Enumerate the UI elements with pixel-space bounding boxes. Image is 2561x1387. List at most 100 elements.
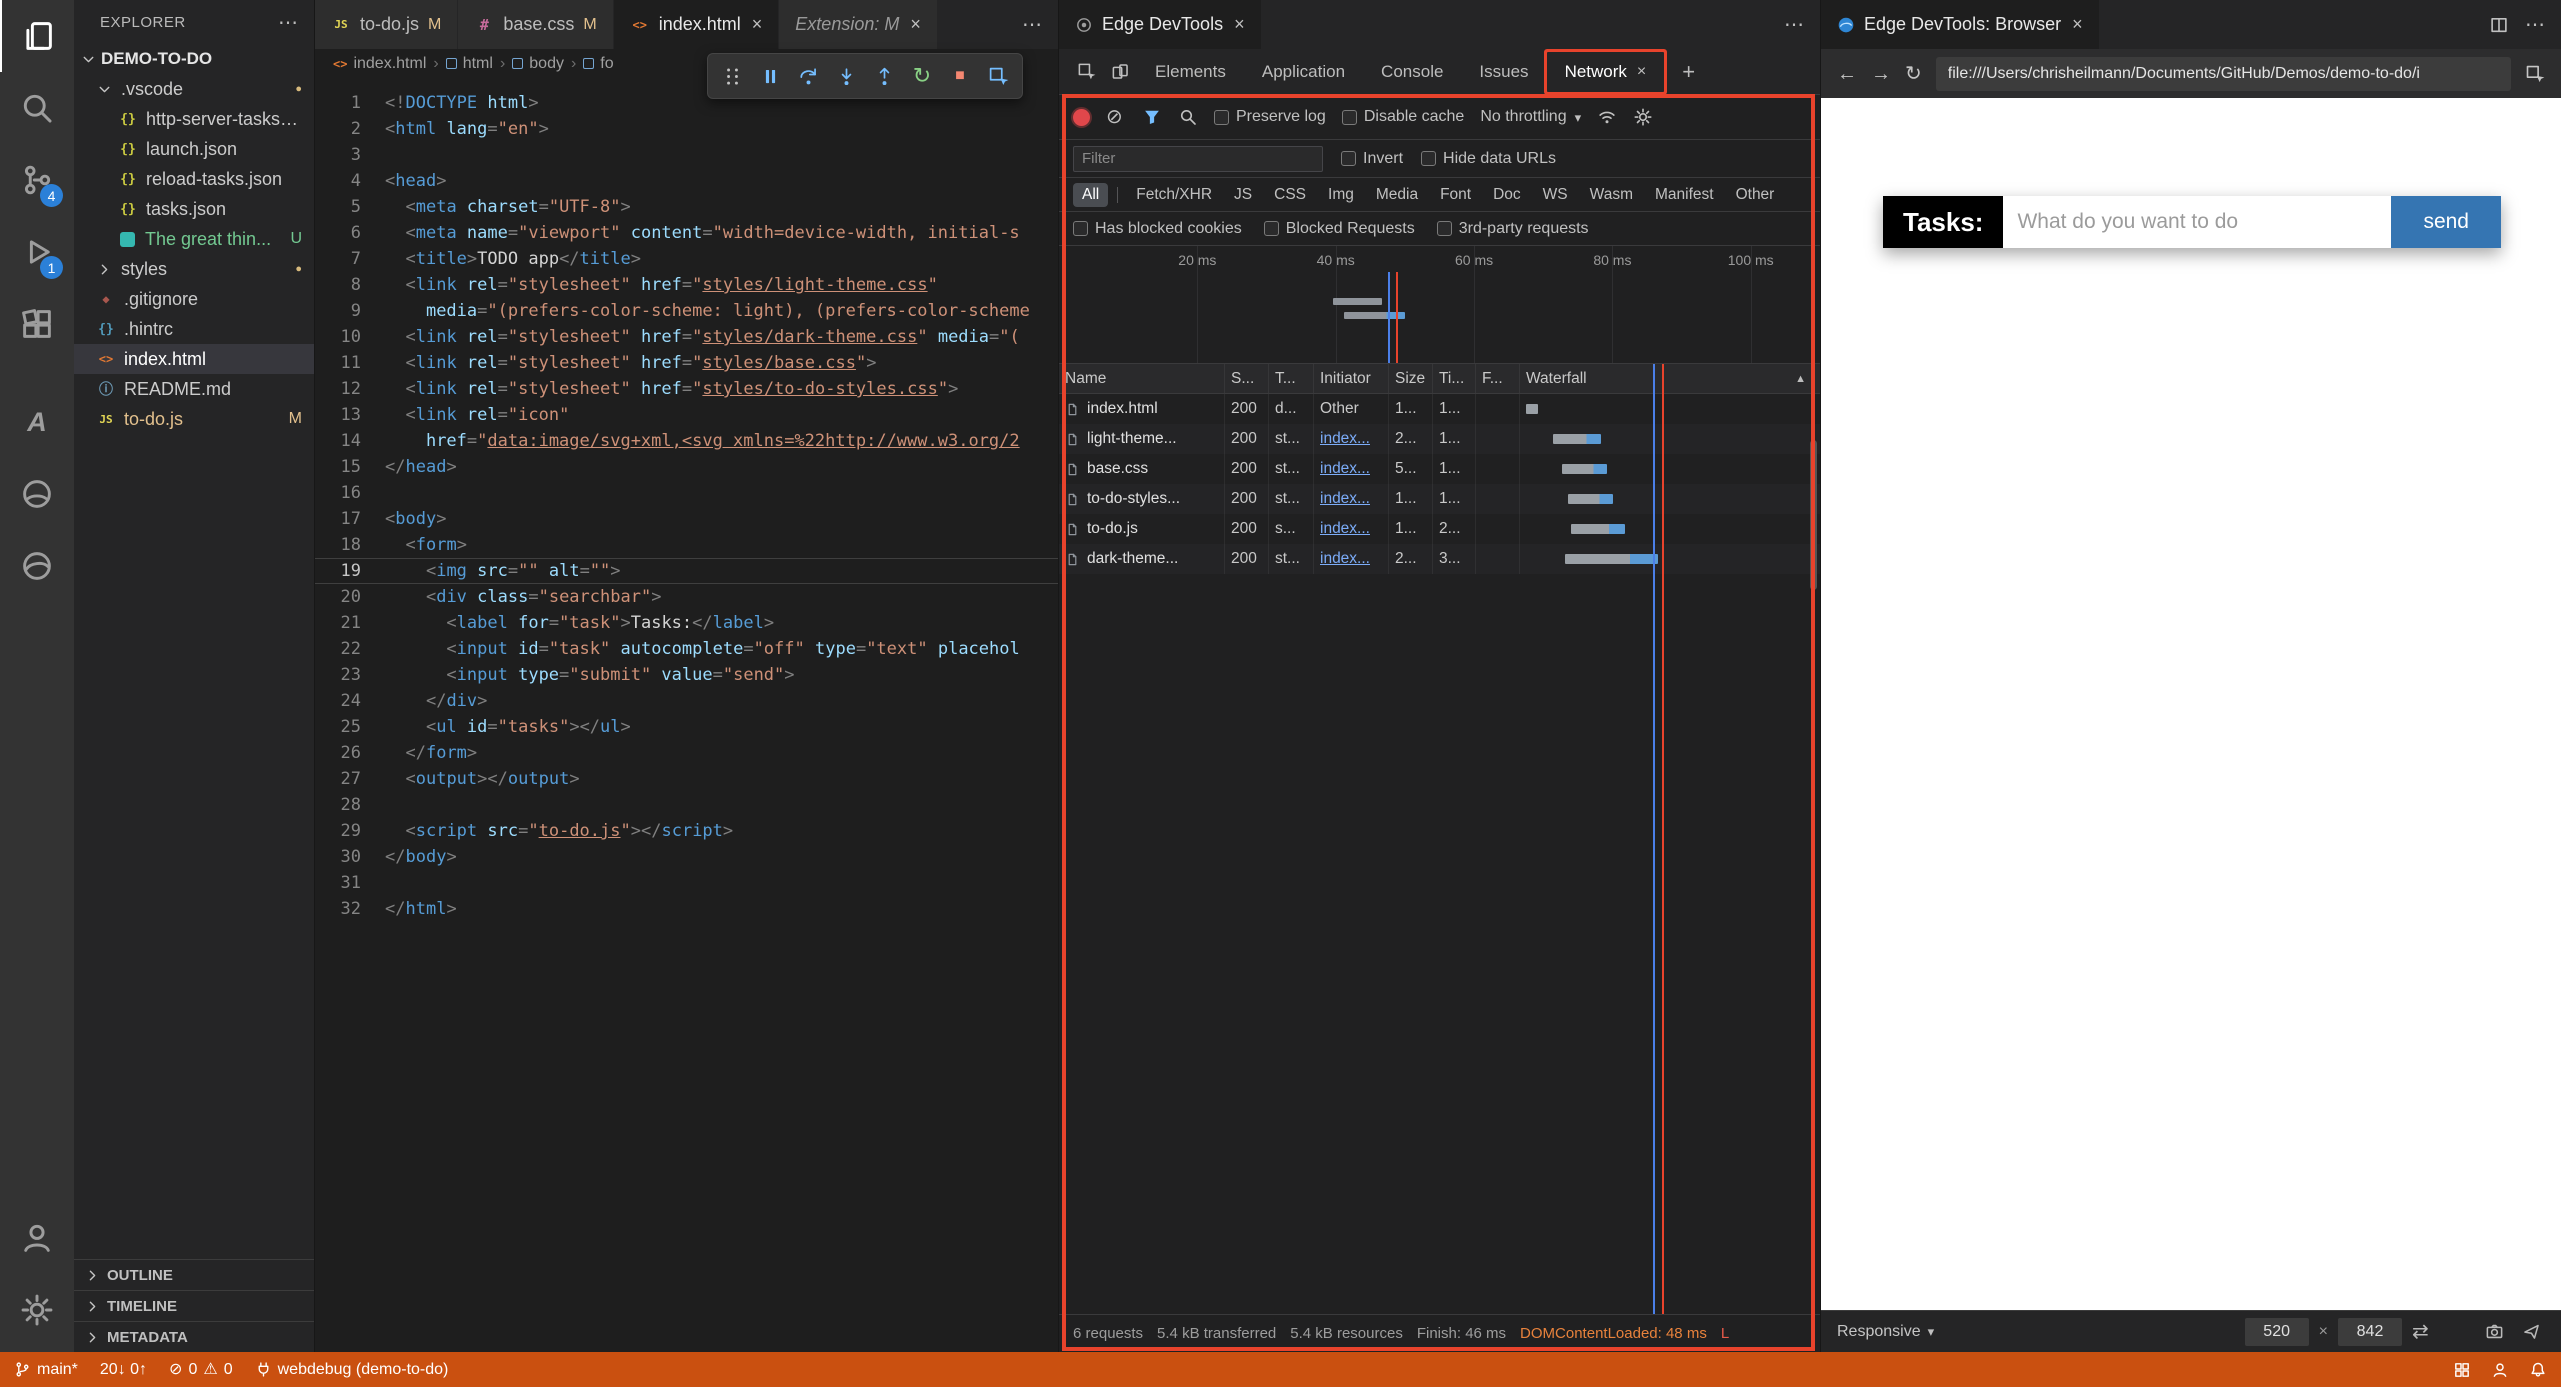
code-line[interactable]: 6 <meta name="viewport" content="width=d… — [315, 220, 1058, 246]
tab-edge-browser[interactable]: Edge DevTools: Browser × — [1821, 0, 2100, 49]
file-item-hintrc[interactable]: {} .hintrc — [74, 314, 314, 344]
code-line[interactable]: 23 <input type="submit" value="send"> — [315, 662, 1058, 688]
code-line[interactable]: 20 <div class="searchbar"> — [315, 584, 1058, 610]
source-control-icon[interactable]: 4 — [0, 144, 74, 216]
code-line[interactable]: 21 <label for="task">Tasks:</label> — [315, 610, 1058, 636]
clear-icon[interactable]: ⊘ — [1106, 107, 1126, 127]
close-icon[interactable]: × — [1637, 63, 1646, 81]
record-icon[interactable] — [1073, 108, 1090, 126]
file-item-gitignore[interactable]: ◆ .gitignore — [74, 284, 314, 314]
type-filter-fetch-xhr[interactable]: Fetch/XHR — [1127, 183, 1221, 207]
code-line[interactable]: 24 </div> — [315, 688, 1058, 714]
back-icon[interactable]: ← — [1837, 64, 1857, 84]
more-actions-icon[interactable]: ⋯ — [278, 10, 298, 35]
code-line[interactable]: 17 <body> — [315, 506, 1058, 532]
file-item-launch-json[interactable]: {} launch.json — [74, 134, 314, 164]
type-filter-all[interactable]: All — [1073, 182, 1109, 207]
grip-icon[interactable] — [714, 57, 750, 95]
code-line[interactable]: 27 <output></output> — [315, 766, 1058, 792]
column-header-initiator[interactable]: Initiator — [1314, 364, 1389, 393]
code-line[interactable]: 18 <form> — [315, 532, 1058, 558]
tab-extension-m[interactable]: Extension: M × — [779, 0, 938, 49]
bell-icon[interactable] — [2529, 1361, 2547, 1379]
type-filter-wasm[interactable]: Wasm — [1581, 183, 1642, 207]
initiator-cell[interactable]: index... — [1314, 424, 1389, 454]
tab-to-do-js[interactable]: JS to-do.js M — [315, 0, 459, 49]
code-line[interactable]: 5 <meta charset="UTF-8"> — [315, 194, 1058, 220]
column-header-waterfall[interactable]: Waterfall ▲ — [1520, 364, 1820, 393]
network-request-row-light-theme[interactable]: light-theme... 200 st... index... 2... 1... — [1059, 424, 1820, 454]
code-line[interactable]: 4 <head> — [315, 168, 1058, 194]
breadcrumb-item-fo[interactable]: fo — [583, 55, 614, 73]
close-icon[interactable]: × — [752, 14, 763, 35]
filter-icon[interactable] — [1142, 107, 1162, 127]
type-filter-media[interactable]: Media — [1367, 183, 1427, 207]
tool-tab-console[interactable]: Console — [1363, 52, 1461, 92]
tool-tab-network[interactable]: Network × — [1547, 52, 1665, 92]
search-icon[interactable] — [0, 72, 74, 144]
breadcrumb-item-html[interactable]: html — [445, 55, 493, 73]
network-request-row-to-do-js[interactable]: to-do.js 200 s... index... 1... 2... — [1059, 514, 1820, 544]
network-request-row-dark-theme[interactable]: dark-theme... 200 st... index... 2... 3... — [1059, 544, 1820, 574]
network-timeline-overview[interactable]: 20 ms 40 ms 60 ms 80 ms 100 ms — [1059, 246, 1820, 364]
file-item-readme-md[interactable]: ⓘ README.md — [74, 374, 314, 404]
explorer-root-folder[interactable]: DEMO-TO-DO — [74, 44, 314, 74]
files-icon[interactable] — [0, 0, 74, 72]
code-line[interactable]: 7 <title>TODO app</title> — [315, 246, 1058, 272]
code-line[interactable]: 15 </head> — [315, 454, 1058, 480]
code-line[interactable]: 25 <ul id="tasks"></ul> — [315, 714, 1058, 740]
initiator-cell[interactable]: index... — [1314, 544, 1389, 574]
editor-actions-icon[interactable]: ⋯ — [1022, 12, 1042, 37]
section-metadata[interactable]: METADATA — [74, 1321, 314, 1352]
code-line[interactable]: 22 <input id="task" autocomplete="off" t… — [315, 636, 1058, 662]
tool-tab-application[interactable]: Application — [1244, 52, 1363, 92]
inspect-icon[interactable] — [2525, 64, 2545, 84]
step-out-icon[interactable] — [866, 57, 902, 95]
code-line[interactable]: 11 <link rel="stylesheet" href="styles/b… — [315, 350, 1058, 376]
checkbox-3rd-party-requests[interactable]: 3rd-party requests — [1436, 220, 1589, 238]
checkbox-invert[interactable]: Invert — [1341, 150, 1403, 168]
throttling-select[interactable]: No throttling ▾ — [1480, 108, 1581, 126]
rotate-icon[interactable]: ⇄ — [2412, 1322, 2431, 1342]
column-header-size[interactable]: Size — [1389, 364, 1433, 393]
file-item-tasks-json[interactable]: {} tasks.json — [74, 194, 314, 224]
inspect-icon[interactable] — [980, 57, 1016, 95]
code-line[interactable]: 19 <img src="" alt=""> — [315, 558, 1058, 584]
folder-item-vscode[interactable]: .vscode ● — [74, 74, 314, 104]
column-header-ti[interactable]: Ti... — [1433, 364, 1476, 393]
code-line[interactable]: 31 — [315, 870, 1058, 896]
azure-icon[interactable]: A — [0, 386, 74, 458]
feedback-icon[interactable] — [2491, 1361, 2509, 1379]
add-tool-icon[interactable]: + — [1672, 59, 1705, 85]
panel-actions-icon[interactable]: ⋯ — [1784, 12, 1804, 37]
remote-status[interactable]: webdebug (demo-to-do) — [255, 1361, 448, 1379]
code-editor[interactable]: 1 <!DOCTYPE html> 2 <html lang="en"> 3 4 <head… — [315, 78, 1058, 1352]
send-button[interactable]: send — [2391, 196, 2501, 248]
checkbox-blocked-requests[interactable]: Blocked Requests — [1263, 220, 1415, 238]
code-line[interactable]: 28 — [315, 792, 1058, 818]
step-over-icon[interactable] — [790, 57, 826, 95]
responsive-dropdown[interactable]: Responsive ▾ — [1837, 1323, 1934, 1341]
initiator-cell[interactable]: index... — [1314, 454, 1389, 484]
file-item-index-html[interactable]: <> index.html — [74, 344, 314, 374]
file-item-reload-tasks-json[interactable]: {} reload-tasks.json — [74, 164, 314, 194]
sync-status[interactable]: 20↓ 0↑ — [100, 1361, 147, 1379]
layout-icon[interactable] — [2453, 1361, 2471, 1379]
settings-gear-icon[interactable] — [1633, 107, 1653, 127]
viewport-height-input[interactable] — [2338, 1317, 2402, 1346]
tab-index-html[interactable]: <> index.html × — [613, 0, 780, 49]
close-icon[interactable]: × — [1234, 14, 1245, 35]
initiator-cell[interactable]: index... — [1314, 514, 1389, 544]
network-request-row-index-html[interactable]: index.html 200 d... Other 1... 1... — [1059, 394, 1820, 424]
edge-devtools-icon[interactable] — [0, 530, 74, 602]
code-line[interactable]: 30 </body> — [315, 844, 1058, 870]
code-line[interactable]: 2 <html lang="en"> — [315, 116, 1058, 142]
checkbox-has-blocked-cookies[interactable]: Has blocked cookies — [1073, 220, 1242, 238]
close-icon[interactable]: × — [910, 14, 921, 35]
viewport-width-input[interactable] — [2244, 1317, 2309, 1346]
checkbox-disable-cache[interactable]: Disable cache — [1341, 108, 1464, 126]
column-header-f[interactable]: F... — [1476, 364, 1520, 393]
file-item-the-great-thin[interactable]: The great thin... U — [74, 224, 314, 254]
pause-icon[interactable] — [752, 57, 788, 95]
column-header-s[interactable]: S... — [1225, 364, 1269, 393]
